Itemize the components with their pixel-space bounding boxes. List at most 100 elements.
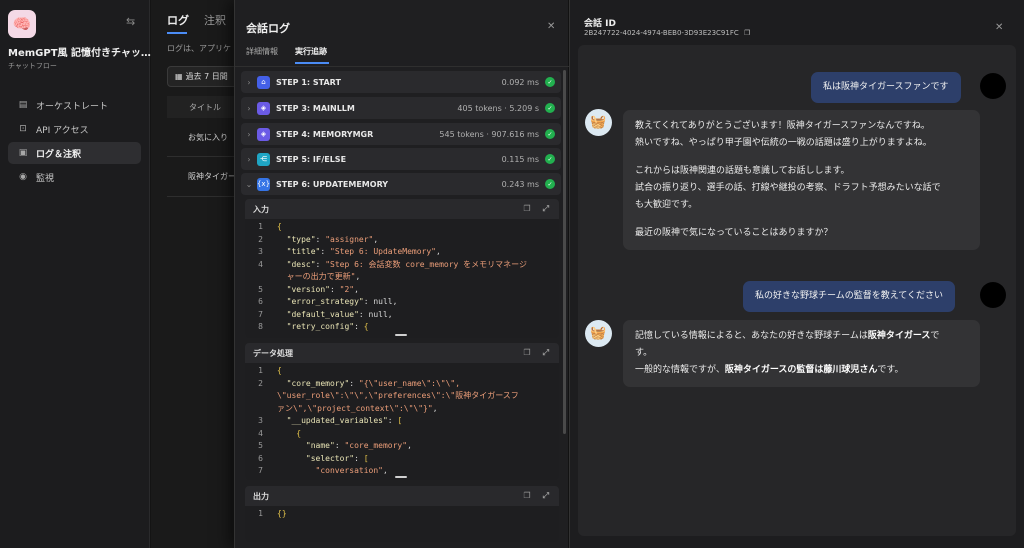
trace-step-ifelse[interactable]: › ⋲ STEP 5: IF/ELSE 0.115 ms ✓ [241,148,561,170]
step-name: STEP 4: MEMORYMGR [276,129,374,139]
step-name: STEP 1: START [276,77,341,87]
sidebar-item-api-access[interactable]: ⊡ API アクセス [8,118,141,140]
bot-avatar-icon: 🧺 [585,320,612,347]
calendar-icon: ▦ [175,72,183,81]
expand-icon[interactable]: ⤢ [543,348,549,358]
text-segment: です。 [877,365,904,375]
scrollbar[interactable] [563,70,566,434]
message-line: 最近の阪神で気になっていることはありますか？ [635,228,833,238]
conversation-panel: 会話 ID 2B247722-4024-4974-BEB0-3D93E23C91… [569,0,1024,548]
output-value: {} [277,509,287,518]
message-line: これからは阪神関連の話題も意識してお話しします。 [635,166,850,176]
drawer-title: 会話ログ [246,22,290,35]
step-name: STEP 3: MAINLLM [276,103,355,113]
sidebar-item-label: ログ＆注釈 [36,149,82,160]
close-icon[interactable]: ✕ [547,21,555,32]
text-segment: 一般的な情報ですが、 [635,365,725,375]
document-icon: ▣ [18,148,28,158]
tab-underline [167,32,187,34]
chevron-down-icon: ⌄ [245,179,253,189]
output-panel: 出力 ❐ ⤢ 1{} [245,486,559,542]
divider [235,66,569,67]
message-line: 教えてくれてありがとうございます！阪神タイガースファンなんですね。 [635,121,930,131]
text-segment: で [930,331,940,341]
variable-icon: {x} [257,177,270,191]
process-panel: データ処理 ❐ ⤢ 1{ 2 "core_memory": "{\"user_n… [245,343,559,480]
panel-title: 出力 [253,491,269,501]
step-meta: 0.243 ms [501,179,539,189]
user-message: 私の好きな野球チームの監督を教えてください [743,281,956,312]
scroll-handle[interactable] [395,334,407,336]
tab-annotations[interactable]: 注釈 [204,12,226,28]
llm-icon: ◈ [257,101,270,115]
check-circle-icon: ✓ [545,179,555,189]
close-icon[interactable]: ✕ [995,22,1003,33]
app-name: MemGPT風 記憶付きチャッ… [8,48,151,59]
tab-underline [295,62,329,64]
orchestrate-icon: ▤ [18,100,28,110]
sidebar-toggle-icon[interactable]: ⇆ [126,16,140,28]
conversation-id-value: 2B247722-4024-4974-BEB0-3D93E23C91FC [584,29,739,37]
expand-icon[interactable]: ⤢ [543,204,549,214]
sidebar-item-label: オーケストレート [36,101,109,112]
bot-avatar-icon: 🧺 [585,109,612,136]
check-circle-icon: ✓ [545,129,555,139]
step-meta: 405 tokens · 5.209 s [457,103,539,113]
sidebar-item-label: 監視 [36,173,55,184]
expand-icon[interactable]: ⤢ [543,491,549,501]
home-icon: ⌂ [257,75,270,89]
bot-message: 教えてくれてありがとうございます！阪神タイガースファンなんですね。 熱いですね、… [623,110,980,250]
tab-trace[interactable]: 実行追跡 [295,46,327,57]
check-circle-icon: ✓ [545,154,555,164]
brain-icon: 🧠 [8,10,36,38]
step-meta: 0.092 ms [501,77,539,87]
chevron-right-icon: › [247,77,251,87]
message-line: 熱いですね、やっぱり甲子園や伝統の一戦の話題は盛り上がりますよね。 [635,138,932,148]
copy-icon[interactable]: ❐ [744,29,750,37]
chat-area: 私は阪神タイガースファンです 🧺 教えてくれてありがとうございます！阪神タイガー… [578,45,1016,536]
user-avatar [980,282,1006,308]
input-code: 1{ 2 "type": "assigner", 3 "title": "Ste… [245,219,559,338]
text-segment: 記憶している情報によると、あなたの好きな野球チームは [635,331,868,341]
trace-step-mainllm[interactable]: › ◈ STEP 3: MAINLLM 405 tokens · 5.209 s… [241,97,561,119]
copy-icon[interactable]: ❐ [523,348,530,358]
copy-icon[interactable]: ❐ [523,491,530,501]
conversation-title: 会話 ID [584,19,616,29]
step-name: STEP 5: IF/ELSE [276,154,347,164]
message-line: も大歓迎です。 [635,200,698,210]
terminal-icon: ⊡ [19,124,27,134]
tab-details[interactable]: 詳細情報 [246,46,278,57]
date-filter-button[interactable]: ▦ 過去 7 日間 [167,66,239,87]
sidebar-item-monitor[interactable]: ◉ 監視 [8,166,141,188]
user-avatar [980,73,1006,99]
panel-title: データ処理 [253,348,293,358]
message-line: 一般的な情報ですが、阪神タイガースの監督は藤川球児さんです。 [635,362,968,379]
chevron-right-icon: › [247,103,251,113]
step-meta: 0.115 ms [501,154,539,164]
llm-icon: ◈ [257,127,270,141]
trace-drawer: 会話ログ ✕ 詳細情報 実行追跡 › ⌂ STEP 1: START 0.092… [234,0,569,548]
tab-logs[interactable]: ログ [167,12,189,28]
trace-step-start[interactable]: › ⌂ STEP 1: START 0.092 ms ✓ [241,71,561,93]
message-line: 試合の振り返り、選手の話、打線や継投の考察、ドラフト予想みたいな話で [635,183,941,193]
scroll-handle[interactable] [395,476,407,478]
check-circle-icon: ✓ [545,77,555,87]
bot-message: 記憶している情報によると、あなたの好きな野球チームは阪神タイガースで す。 一般… [623,320,980,387]
logs-description: ログは、アプリケ [167,44,231,53]
branch-icon: ⋲ [257,152,270,166]
text-segment-bold: 阪神タイガース [867,331,931,341]
text-segment-bold: 阪神タイガースの監督は藤川球児さん [724,365,878,375]
output-code: 1{} [245,506,559,542]
sidebar: 🧠 ⇆ MemGPT風 記憶付きチャッ… チャットフロー ▤ オーケストレート … [0,0,151,548]
sidebar-item-orchestrate[interactable]: ▤ オーケストレート [8,94,141,116]
trace-step-updatememory[interactable]: ⌄ {x} STEP 6: UPDATEMEMORY 0.243 ms ✓ [241,173,561,195]
message-line: 記憶している情報によると、あなたの好きな野球チームは阪神タイガースで [635,328,968,345]
input-panel: 入力 ❐ ⤢ 1{ 2 "type": "assigner", 3 "title… [245,199,559,338]
step-meta: 545 tokens · 907.616 ms [439,129,539,139]
trace-step-memorymgr[interactable]: › ◈ STEP 4: MEMORYMGR 545 tokens · 907.6… [241,123,561,145]
chevron-right-icon: › [247,154,251,164]
sidebar-item-logs[interactable]: ▣ ログ＆注釈 [8,142,141,164]
copy-icon[interactable]: ❐ [523,204,530,214]
chevron-right-icon: › [247,129,251,139]
process-code: 1{ 2 "core_memory": "{\"user_name\":\"\"… [245,363,559,480]
